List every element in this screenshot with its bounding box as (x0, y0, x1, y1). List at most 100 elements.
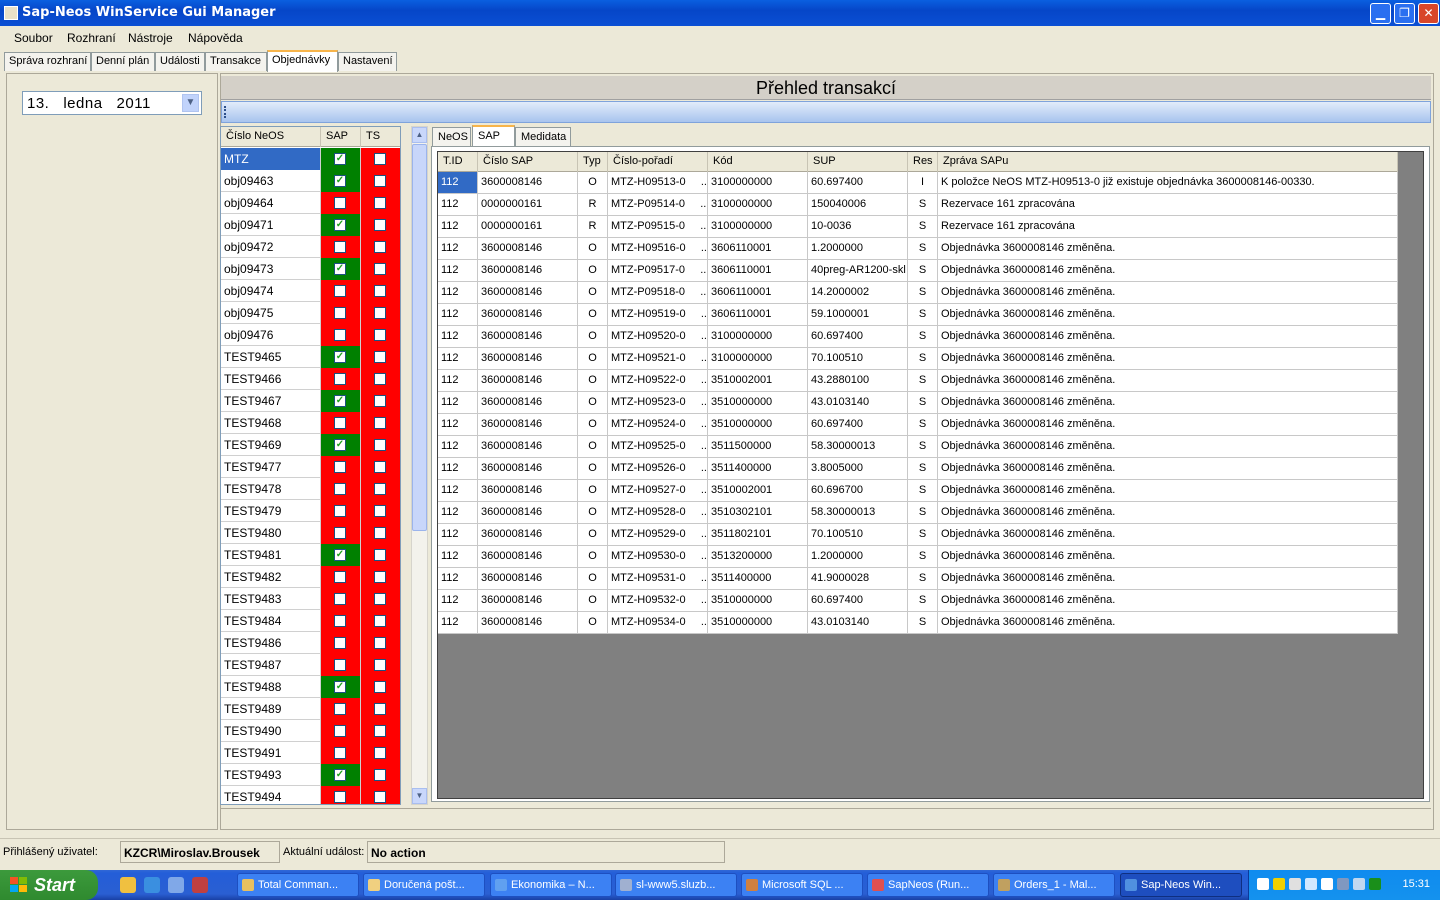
cell-cislo-sap[interactable]: 3600008146 (478, 260, 578, 281)
sap-checkbox[interactable] (334, 593, 346, 605)
sap-checkbox[interactable] (334, 461, 346, 473)
date-picker[interactable]: 13. ledna 2011 ▼ (22, 91, 202, 115)
table-row[interactable]: 112 3600008146 O MTZ-H09530-0 ... 3513200000… (438, 546, 1398, 568)
table-row[interactable]: TEST9491 (221, 742, 400, 764)
cell-kod[interactable]: 3606110001 (708, 304, 808, 325)
sap-checkbox[interactable] (334, 571, 346, 583)
cell-zprava-sapu[interactable]: Objednávka 3600008146 změněna. (938, 414, 1398, 435)
table-row[interactable]: TEST9487 (221, 654, 400, 676)
cell-t-id[interactable]: 112 (438, 238, 478, 259)
network-icon[interactable] (1305, 878, 1317, 890)
cell-sup[interactable]: 10-0036 (808, 216, 908, 237)
cell-cislo-poradi[interactable]: MTZ-H09521-0 ... (608, 348, 708, 369)
cell-cislo-poradi[interactable]: MTZ-P09518-0 ... (608, 282, 708, 303)
cell-res[interactable]: S (908, 524, 938, 545)
cell-res[interactable]: S (908, 458, 938, 479)
cell-cislo-sap[interactable]: 3600008146 (478, 546, 578, 567)
cell-cislo-poradi[interactable]: MTZ-P09515-0 ... (608, 216, 708, 237)
column-header-ts[interactable]: TS (361, 127, 400, 147)
cell-kod[interactable]: 3511400000 (708, 458, 808, 479)
cell-kod[interactable]: 3511500000 (708, 436, 808, 457)
task-orders-button[interactable]: Orders_1 - Mal... (993, 873, 1115, 897)
task-total-commander-button[interactable]: Total Comman... (237, 873, 359, 897)
cell-typ[interactable]: O (578, 524, 608, 545)
tab-sprava-rozhrani[interactable]: Správa rozhraní (4, 52, 91, 71)
table-row[interactable]: obj09472 (221, 236, 400, 258)
envelope-icon[interactable] (1353, 878, 1365, 890)
cell-kod[interactable]: 3510000000 (708, 612, 808, 633)
table-row[interactable]: 112 3600008146 O MTZ-P09517-0 ... 3606110001… (438, 260, 1398, 282)
ts-checkbox[interactable] (374, 769, 386, 781)
minimize-button[interactable]: ▁ (1370, 3, 1391, 24)
table-row[interactable]: 112 3600008146 O MTZ-H09522-0 ... 3510002001… (438, 370, 1398, 392)
table-row[interactable]: 112 3600008146 O MTZ-H09528-0 ... 3510302101… (438, 502, 1398, 524)
menu-nastroje[interactable]: Nástroje (128, 31, 173, 45)
cell-cislo-sap[interactable]: 0000000161 (478, 216, 578, 237)
sap-checkbox[interactable] (334, 241, 346, 253)
cell-typ[interactable]: O (578, 436, 608, 457)
cell-sup[interactable]: 3.8005000 (808, 458, 908, 479)
cell-cislo-sap[interactable]: 3600008146 (478, 326, 578, 347)
cell-kod[interactable]: 3510002001 (708, 480, 808, 501)
cell-sup[interactable]: 43.0103140 (808, 612, 908, 633)
column-header-cislo-sap[interactable]: Číslo SAP (478, 152, 578, 172)
cell-typ[interactable]: R (578, 216, 608, 237)
cell-typ[interactable]: O (578, 370, 608, 391)
table-row[interactable]: 112 3600008146 O MTZ-H09525-0 ... 3511500000… (438, 436, 1398, 458)
cell-typ[interactable]: O (578, 260, 608, 281)
cell-cislo-poradi[interactable]: MTZ-H09516-0 ... (608, 238, 708, 259)
ts-checkbox[interactable] (374, 549, 386, 561)
sap-checkbox[interactable]: ✓ (334, 351, 346, 363)
cell-zprava-sapu[interactable]: K položce NeOS MTZ-H09513-0 již existuje… (938, 172, 1398, 193)
ts-checkbox[interactable] (374, 219, 386, 231)
cell-t-id[interactable]: 112 (438, 216, 478, 237)
cell-kod[interactable]: 3100000000 (708, 348, 808, 369)
cell-cislo-poradi[interactable]: MTZ-H09520-0 ... (608, 326, 708, 347)
cell-kod[interactable]: 3510302101 (708, 502, 808, 523)
ts-checkbox[interactable] (374, 439, 386, 451)
table-row[interactable]: obj09471 ✓ (221, 214, 400, 236)
cell-t-id[interactable]: 112 (438, 480, 478, 501)
task-sl-www5-button[interactable]: sl-www5.sluzb... (615, 873, 737, 897)
column-header-res[interactable]: Res (908, 152, 938, 172)
table-row[interactable]: TEST9468 (221, 412, 400, 434)
table-row[interactable]: TEST9484 (221, 610, 400, 632)
cell-cislo-sap[interactable]: 3600008146 (478, 370, 578, 391)
ts-checkbox[interactable] (374, 593, 386, 605)
ts-checkbox[interactable] (374, 747, 386, 759)
column-header-cislo-poradi[interactable]: Číslo-pořadí (608, 152, 708, 172)
task-sql-server-button[interactable]: Microsoft SQL ... (741, 873, 863, 897)
cell-zprava-sapu[interactable]: Rezervace 161 zpracována (938, 194, 1398, 215)
tab-sap[interactable]: SAP (472, 125, 515, 147)
cell-kod[interactable]: 3511802101 (708, 524, 808, 545)
cell-t-id[interactable]: 112 (438, 172, 478, 193)
table-row[interactable]: 112 3600008146 O MTZ-H09529-0 ... 3511802101… (438, 524, 1398, 546)
table-row[interactable]: TEST9466 (221, 368, 400, 390)
table-row[interactable]: 112 3600008146 O MTZ-H09516-0 ... 3606110001… (438, 238, 1398, 260)
ts-checkbox[interactable] (374, 307, 386, 319)
cell-typ[interactable]: O (578, 172, 608, 193)
tab-medidata[interactable]: Medidata (515, 127, 571, 147)
cell-zprava-sapu[interactable]: Objednávka 3600008146 změněna. (938, 480, 1398, 501)
cell-typ[interactable]: R (578, 194, 608, 215)
cell-t-id[interactable]: 112 (438, 282, 478, 303)
cell-cislo-poradi[interactable]: MTZ-H09525-0 ... (608, 436, 708, 457)
ts-checkbox[interactable] (374, 615, 386, 627)
cell-kod[interactable]: 3510002001 (708, 370, 808, 391)
tab-denni-plan[interactable]: Denní plán (91, 52, 155, 71)
tab-udalosti[interactable]: Události (155, 52, 205, 71)
table-row[interactable]: obj09476 (221, 324, 400, 346)
sap-checkbox[interactable] (334, 615, 346, 627)
ts-checkbox[interactable] (374, 285, 386, 297)
sap-checkbox[interactable] (334, 197, 346, 209)
sap-checkbox[interactable]: ✓ (334, 395, 346, 407)
cell-typ[interactable]: O (578, 348, 608, 369)
sap-checkbox[interactable] (334, 725, 346, 737)
cell-cislo-poradi[interactable]: MTZ-H09519-0 ... (608, 304, 708, 325)
cell-zprava-sapu[interactable]: Objednávka 3600008146 změněna. (938, 436, 1398, 457)
table-row[interactable]: TEST9482 (221, 566, 400, 588)
cell-cislo-poradi[interactable]: MTZ-H09530-0 ... (608, 546, 708, 567)
cell-res[interactable]: S (908, 194, 938, 215)
sap-checkbox[interactable] (334, 329, 346, 341)
column-header-kod[interactable]: Kód (708, 152, 808, 172)
